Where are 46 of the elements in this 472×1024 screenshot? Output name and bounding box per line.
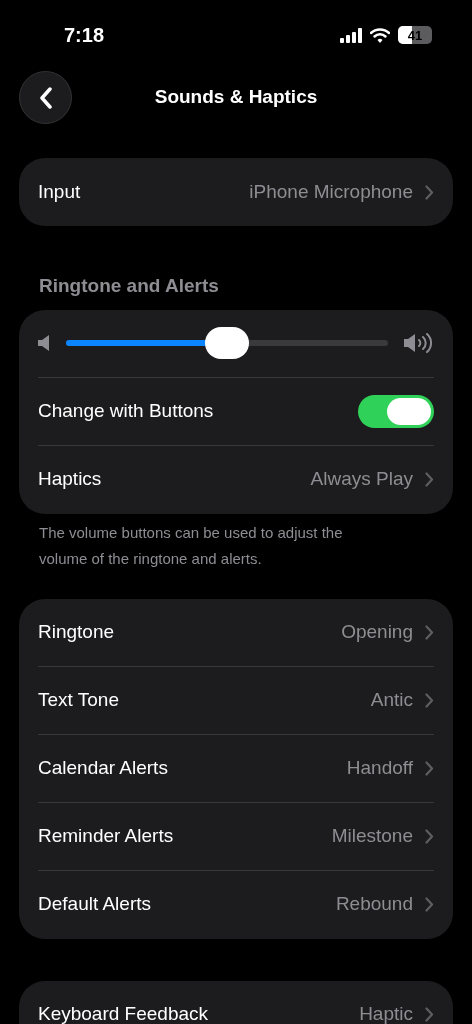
chevron-icon [425,184,434,200]
back-button[interactable] [19,71,72,124]
row-label: Haptics [38,467,102,492]
row-label: Change with Buttons [38,398,214,423]
row-value: Handoff [346,755,413,780]
wifi-icon [370,27,390,43]
row-value: Milestone [331,823,413,848]
row-label: Calendar Alerts [38,755,168,780]
chevron-icon [425,828,434,844]
chevron-icon [425,692,434,708]
chevron-icon [425,472,434,487]
settings-row[interactable]: Ringtone Opening [19,598,453,667]
slider-thumb[interactable] [205,327,249,359]
row-value: Opening [341,619,413,644]
settings-row[interactable]: Keyboard Feedback Haptic [19,980,453,1024]
row-value: Haptic [359,1002,413,1024]
back-chevron-icon [38,86,53,109]
chevron-icon [425,897,434,912]
row-label: Reminder Alerts [38,823,174,848]
volume-slider[interactable] [66,327,388,359]
row-value: Always Play [310,467,413,492]
settings-row[interactable]: Calendar Alerts Handoff [19,734,453,803]
row-label: Default Alerts [38,892,151,917]
page-title: Sounds & Haptics [154,85,318,110]
row-value: Rebound [335,892,413,917]
row-label: Keyboard Feedback [38,1002,209,1024]
speaker-low-icon [38,334,50,352]
row-label: Text Tone [38,687,119,712]
settings-row[interactable]: Text Tone Antic [19,666,453,735]
speaker-high-icon [404,332,434,354]
settings-row[interactable]: Haptics Always Play [19,445,453,514]
clock-time: 7:18 [64,23,105,48]
row-label: Input [38,179,81,204]
settings-row[interactable]: Default Alerts Rebound [19,870,453,939]
settings-row[interactable]: Input iPhone Microphone [19,158,453,226]
row-label: Ringtone [38,619,115,644]
chevron-icon [425,624,434,640]
row-value: Antic [370,687,413,712]
section-footer: The volume buttons can be used to adjust the volume of the ringtone and alerts. [0,513,472,572]
toggle-switch[interactable] [358,394,434,428]
chevron-icon [425,1007,434,1022]
signal-icon [340,27,362,43]
row-value: iPhone Microphone [249,179,413,204]
settings-row[interactable]: Reminder Alerts Milestone [19,802,453,871]
chevron-icon [425,760,434,776]
section-header: Ringtone and Alerts [38,274,220,298]
